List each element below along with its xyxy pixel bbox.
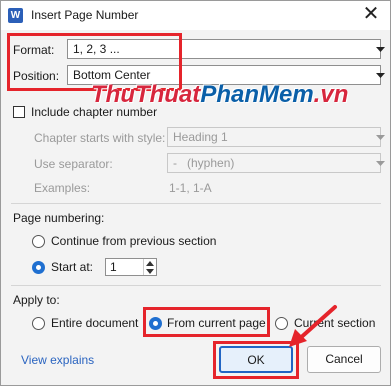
divider — [11, 285, 381, 286]
include-chapter-checkbox[interactable] — [13, 106, 25, 118]
separator-value: - (hyphen) — [173, 156, 235, 170]
dialog-window: W Insert Page Number ✕ Format: 1, 2, 3 .… — [0, 0, 391, 386]
chapter-style-label: Chapter starts with style: — [34, 131, 166, 145]
stepper-down-icon[interactable] — [146, 269, 154, 274]
include-chapter-label: Include chapter number — [31, 105, 158, 119]
ok-button[interactable]: OK — [219, 346, 293, 373]
word-app-icon: W — [8, 8, 23, 23]
position-label: Position: — [13, 69, 60, 83]
continue-label: Continue from previous section — [51, 234, 217, 248]
separator-label: Use separator: — [34, 157, 113, 171]
format-select[interactable]: 1, 2, 3 ... — [67, 39, 385, 59]
divider — [11, 203, 381, 204]
start-at-label: Start at: — [51, 260, 94, 274]
start-at-value: 1 — [110, 260, 117, 274]
start-at-radio[interactable] — [32, 261, 45, 274]
from-current-page-label: From current page — [167, 316, 266, 330]
examples-value: 1-1, 1-A — [169, 181, 212, 195]
stepper-buttons[interactable] — [143, 259, 156, 275]
format-label: Format: — [13, 43, 55, 57]
position-value: Bottom Center — [73, 68, 151, 82]
continue-radio[interactable] — [32, 235, 45, 248]
start-at-stepper[interactable]: 1 — [105, 258, 157, 276]
stepper-up-icon[interactable] — [146, 261, 154, 266]
title-bar[interactable]: W Insert Page Number ✕ — [1, 1, 390, 30]
red-arrow-icon — [289, 305, 337, 347]
chapter-style-value: Heading 1 — [173, 130, 228, 144]
format-value: 1, 2, 3 ... — [73, 42, 120, 56]
entire-document-label: Entire document — [51, 316, 139, 330]
close-icon[interactable]: ✕ — [358, 3, 384, 27]
view-explains-link[interactable]: View explains — [21, 353, 94, 367]
separator-select[interactable]: - (hyphen) — [167, 153, 385, 173]
apply-to-label: Apply to: — [13, 293, 60, 307]
entire-document-radio[interactable] — [32, 317, 45, 330]
from-current-page-radio[interactable] — [149, 317, 162, 330]
dialog-title: Insert Page Number — [31, 8, 139, 22]
examples-label: Examples: — [34, 181, 91, 195]
chapter-style-select[interactable]: Heading 1 — [167, 127, 385, 147]
page-numbering-label: Page numbering: — [13, 211, 105, 225]
